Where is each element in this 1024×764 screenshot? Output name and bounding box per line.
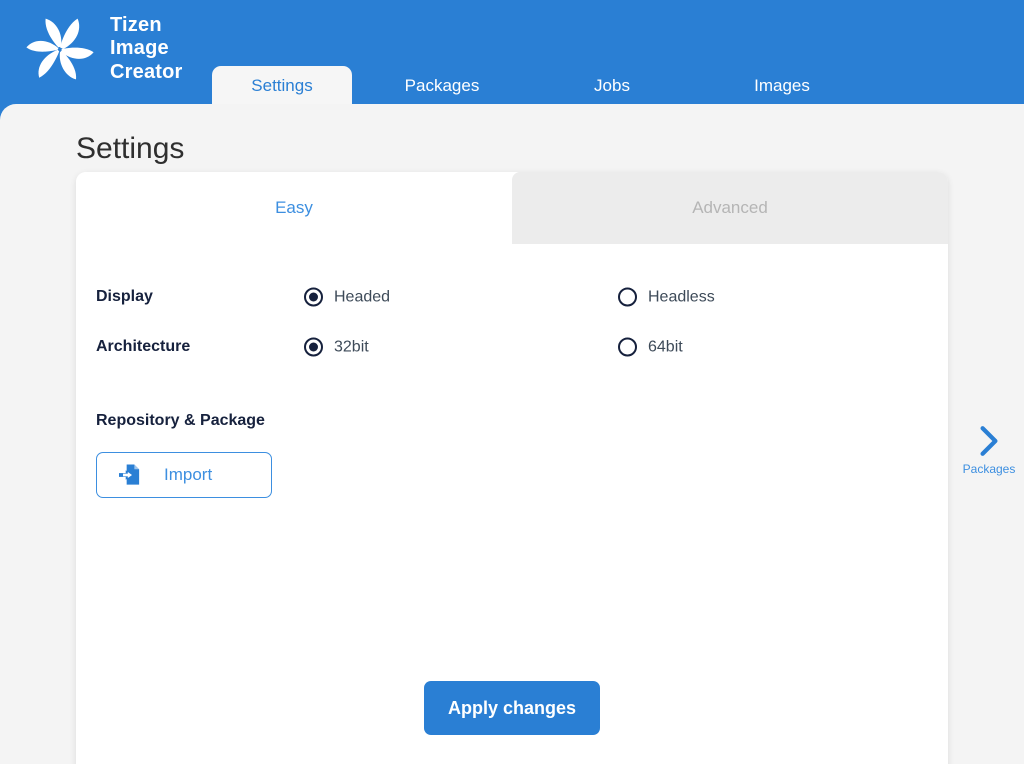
apply-changes-button[interactable]: Apply changes <box>424 681 600 735</box>
file-import-icon <box>119 463 142 487</box>
main-tab-bar: Settings Packages Jobs Images <box>212 0 1024 106</box>
brand-title: Tizen Image Creator <box>110 14 183 84</box>
option-label-display: Display <box>96 288 153 306</box>
repository-section: Repository & Package Import <box>96 412 272 498</box>
option-row-architecture: Architecture 32bit 64bit <box>76 322 948 372</box>
radio-option-64bit[interactable]: 64bit <box>618 338 683 357</box>
brand: Tizen Image Creator <box>20 8 183 90</box>
next-page-nav[interactable]: Packages <box>962 424 1016 476</box>
import-button-label: Import <box>164 465 212 485</box>
radio-option-32bit[interactable]: 32bit <box>304 338 369 357</box>
radio-32bit-icon[interactable] <box>304 338 323 357</box>
next-page-label: Packages <box>963 462 1016 476</box>
radio-option-headed[interactable]: Headed <box>304 288 390 307</box>
radio-headless-icon[interactable] <box>618 288 637 307</box>
options-list: Display Headed Headless Architecture 32b… <box>76 244 948 372</box>
page-body: Settings Easy Advanced Display Headed He… <box>0 104 1024 764</box>
tab-easy[interactable]: Easy <box>76 172 512 244</box>
radio-64bit-icon[interactable] <box>618 338 637 357</box>
mode-tab-bar: Easy Advanced <box>76 172 948 244</box>
tab-advanced[interactable]: Advanced <box>512 172 948 244</box>
radio-headed-label: Headed <box>334 288 390 306</box>
radio-64bit-label: 64bit <box>648 338 683 356</box>
brand-line-3: Creator <box>110 61 183 84</box>
chevron-right-icon[interactable] <box>976 424 1002 458</box>
option-row-display: Display Headed Headless <box>76 272 948 322</box>
brand-line-1: Tizen <box>110 14 183 37</box>
radio-option-headless[interactable]: Headless <box>618 288 715 307</box>
page-title: Settings <box>76 132 184 166</box>
repository-heading: Repository & Package <box>96 412 272 430</box>
radio-32bit-label: 32bit <box>334 338 369 356</box>
option-label-architecture: Architecture <box>96 338 190 356</box>
tizen-pinwheel-logo <box>20 8 100 90</box>
radio-headless-label: Headless <box>648 288 715 306</box>
app-header: Tizen Image Creator Settings Packages Jo… <box>0 0 1024 106</box>
settings-card: Easy Advanced Display Headed Headless Ar… <box>76 172 948 764</box>
radio-headed-icon[interactable] <box>304 288 323 307</box>
import-button[interactable]: Import <box>96 452 272 498</box>
brand-line-2: Image <box>110 37 183 60</box>
